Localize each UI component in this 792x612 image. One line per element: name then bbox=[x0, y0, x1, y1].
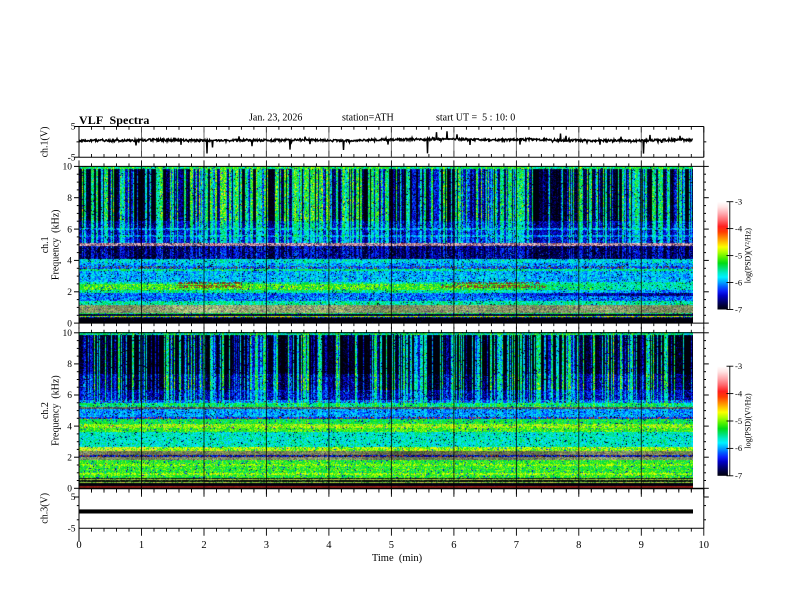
svg-text:-6: -6 bbox=[735, 277, 743, 287]
svg-text:-3: -3 bbox=[735, 361, 742, 371]
svg-text:station=ATH: station=ATH bbox=[342, 113, 394, 124]
svg-text:6: 6 bbox=[67, 391, 72, 401]
svg-text:log(PSD)(V²/Hz): log(PSD)(V²/Hz) bbox=[744, 393, 753, 449]
svg-text:5: 5 bbox=[71, 493, 76, 503]
svg-text:3: 3 bbox=[264, 540, 269, 551]
svg-text:9: 9 bbox=[639, 540, 644, 551]
svg-text:ch.1: ch.1 bbox=[40, 236, 51, 253]
svg-text:8: 8 bbox=[67, 360, 72, 370]
svg-text:-6: -6 bbox=[735, 443, 743, 453]
svg-text:-5: -5 bbox=[735, 416, 742, 426]
svg-text:-3: -3 bbox=[735, 197, 742, 207]
svg-text:4: 4 bbox=[67, 422, 72, 432]
svg-text:1: 1 bbox=[139, 540, 144, 551]
svg-text:7: 7 bbox=[514, 540, 519, 551]
svg-text:0: 0 bbox=[76, 540, 81, 551]
svg-text:ch.1(V): ch.1(V) bbox=[40, 127, 51, 158]
svg-text:Frequency (kHz): Frequency (kHz) bbox=[51, 210, 62, 281]
svg-text:2: 2 bbox=[67, 288, 72, 298]
svg-text:2: 2 bbox=[67, 453, 72, 463]
svg-text:10: 10 bbox=[699, 540, 710, 551]
svg-text:Frequency (kHz): Frequency (kHz) bbox=[51, 375, 62, 446]
svg-text:6: 6 bbox=[67, 225, 72, 235]
svg-text:Time (min): Time (min) bbox=[372, 553, 423, 564]
svg-text:log(PSD)(V²/Hz): log(PSD)(V²/Hz) bbox=[744, 228, 753, 284]
svg-text:8: 8 bbox=[67, 194, 72, 204]
svg-text:4: 4 bbox=[67, 257, 72, 267]
svg-text:10: 10 bbox=[63, 163, 73, 173]
svg-text:-7: -7 bbox=[735, 304, 743, 314]
svg-text:6: 6 bbox=[451, 540, 456, 551]
svg-text:8: 8 bbox=[576, 540, 581, 551]
svg-text:0: 0 bbox=[67, 319, 72, 329]
svg-text:5: 5 bbox=[389, 540, 394, 551]
svg-text:10: 10 bbox=[63, 329, 73, 339]
svg-text:2: 2 bbox=[201, 540, 206, 551]
svg-text:ch.2: ch.2 bbox=[40, 402, 51, 419]
svg-text:4: 4 bbox=[326, 540, 332, 551]
svg-text:-4: -4 bbox=[735, 388, 743, 398]
svg-text:-4: -4 bbox=[735, 223, 743, 233]
svg-text:-7: -7 bbox=[735, 471, 743, 481]
svg-text:-5: -5 bbox=[68, 524, 76, 534]
svg-text:start UT = 5 : 10: 0: start UT = 5 : 10: 0 bbox=[436, 113, 515, 124]
svg-text:ch.3(V): ch.3(V) bbox=[40, 493, 51, 524]
svg-text:VLF Spectra: VLF Spectra bbox=[79, 113, 150, 127]
svg-text:-5: -5 bbox=[735, 250, 742, 260]
svg-text:Jan. 23, 2026: Jan. 23, 2026 bbox=[249, 113, 302, 124]
svg-text:5: 5 bbox=[71, 123, 76, 133]
